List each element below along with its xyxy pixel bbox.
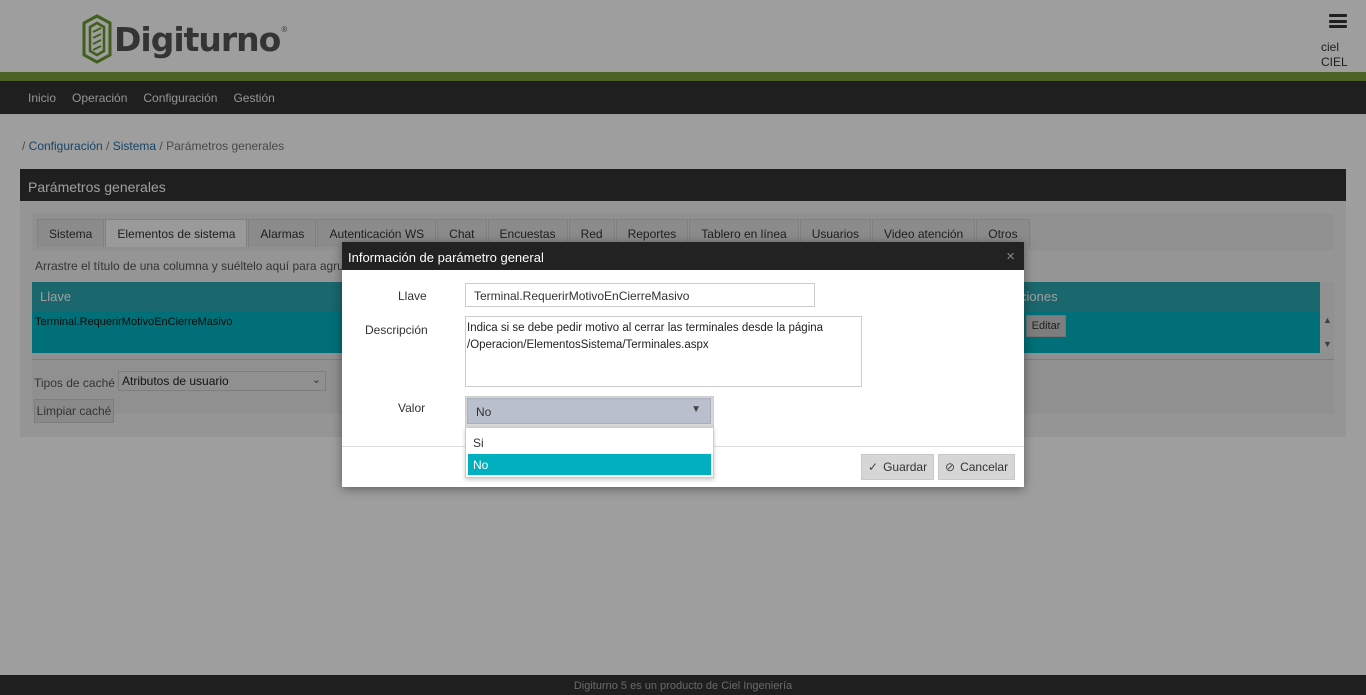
save-label: Guardar (883, 460, 928, 474)
caret-down-icon: ▼ (691, 404, 701, 415)
valor-select[interactable]: No ▼ (467, 398, 711, 424)
save-button[interactable]: ✓ Guardar (861, 454, 935, 480)
valor-value: No (476, 405, 492, 419)
llave-label: Llave (398, 289, 427, 303)
cancel-button[interactable]: ⊘ Cancelar (938, 454, 1016, 480)
option-si[interactable]: Si (468, 432, 711, 453)
dialog-title-bar: Información de parámetro general × (342, 242, 1024, 270)
dialog-title: Información de parámetro general (348, 250, 544, 265)
valor-dropdown: Si No (465, 427, 714, 478)
valor-label: Valor (398, 401, 426, 415)
descripcion-textarea[interactable]: Indica si se debe pedir motivo al cerrar… (465, 316, 862, 387)
parameter-dialog: Información de parámetro general × Llave… (342, 242, 1024, 487)
check-icon: ✓ (868, 460, 879, 474)
option-no[interactable]: No (468, 454, 711, 475)
descripcion-label: Descripción (365, 323, 428, 337)
cancel-label: Cancelar (960, 460, 1009, 474)
llave-input[interactable]: Terminal.RequerirMotivoEnCierreMasivo (465, 283, 815, 307)
cancel-icon: ⊘ (945, 460, 956, 474)
close-icon[interactable]: × (1006, 248, 1015, 265)
